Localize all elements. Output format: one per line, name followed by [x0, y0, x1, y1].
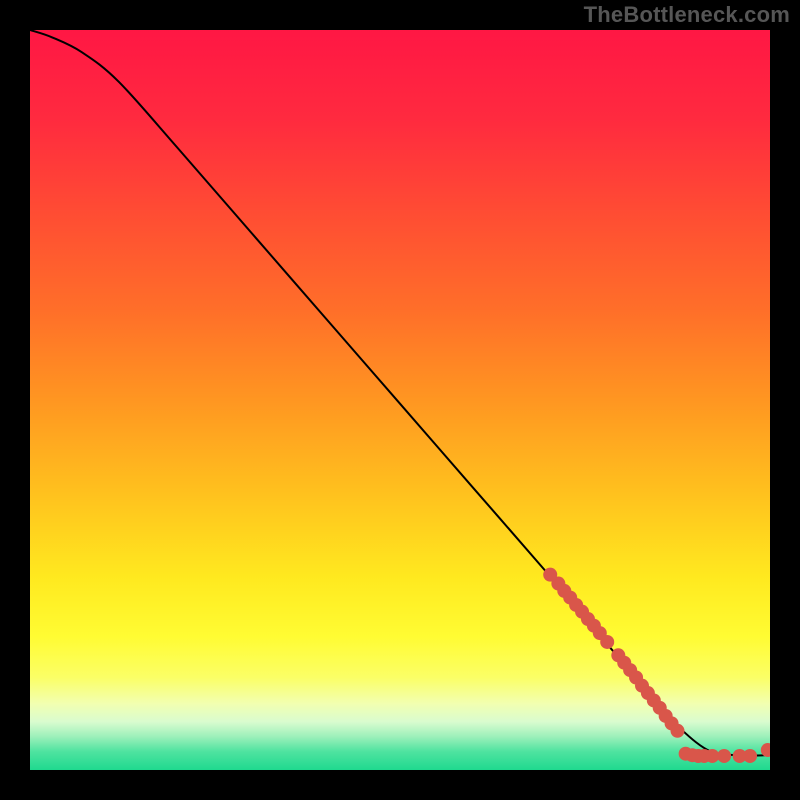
plot-area: [30, 30, 770, 770]
marker-group: [543, 568, 770, 763]
data-point: [743, 749, 757, 763]
data-point: [671, 724, 685, 738]
curve-line: [30, 30, 770, 755]
attribution-label: TheBottleneck.com: [584, 2, 790, 28]
data-point: [600, 635, 614, 649]
data-point: [717, 749, 731, 763]
chart-overlay: [30, 30, 770, 770]
chart-frame: TheBottleneck.com: [0, 0, 800, 800]
